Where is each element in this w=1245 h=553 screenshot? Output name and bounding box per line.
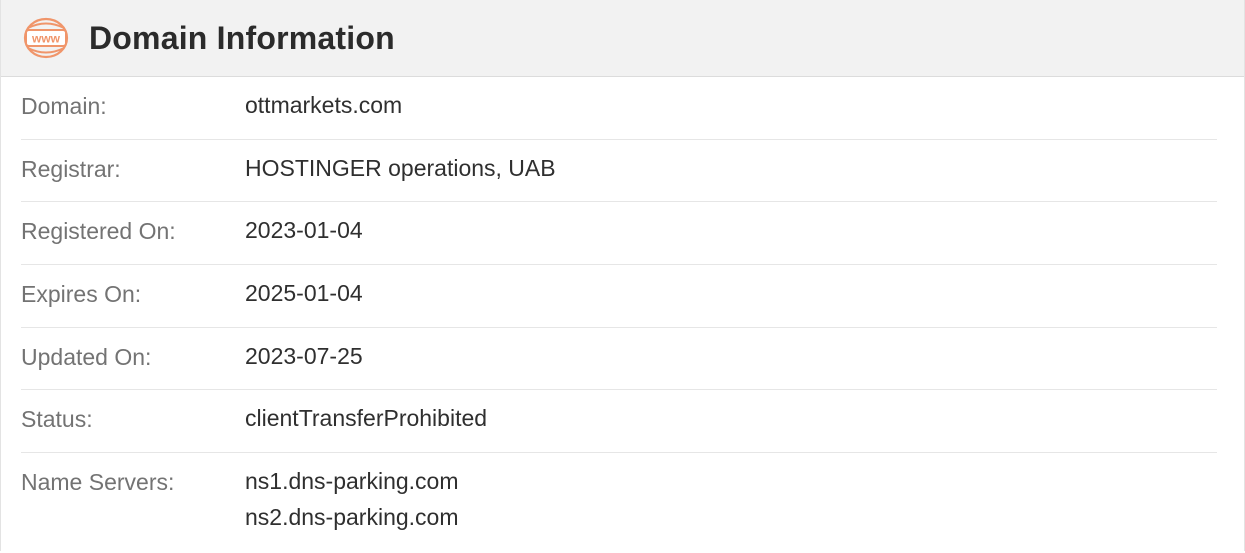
row-label: Domain: [21,93,107,119]
row-registrar: Registrar: HOSTINGER operations, UAB [21,140,1217,203]
row-label: Registered On: [21,218,176,245]
panel-title: Domain Information [89,19,395,56]
row-domain: Domain: ottmarkets.com [21,77,1217,140]
row-expires-on: Expires On: 2025-01-04 [21,265,1217,328]
row-label: Registrar: [21,155,121,182]
row-value: ottmarkets.com [245,92,403,118]
row-value: ns1.dns-parking.com ns2.dns-parking.com [245,463,459,535]
svg-text:www: www [31,32,61,46]
www-icon: www [23,17,69,59]
name-server-2: ns2.dns-parking.com [245,504,459,531]
row-value: 2025-01-04 [245,280,363,307]
row-label: Updated On: [21,343,152,370]
row-label: Status: [21,406,93,433]
row-value: 2023-07-25 [245,342,363,369]
row-value: clientTransferProhibited [245,405,488,432]
domain-information-panel: www Domain Information Domain: ottmarket… [0,0,1245,551]
panel-header: www Domain Information [1,0,1244,77]
name-server-1: ns1.dns-parking.com [245,468,459,495]
row-name-servers: Name Servers: ns1.dns-parking.com ns2.dn… [21,453,1217,553]
row-value: HOSTINGER operations, UAB [245,154,556,181]
row-updated-on: Updated On: 2023-07-25 [21,328,1217,391]
row-registered-on: Registered On: 2023-01-04 [21,202,1217,266]
row-status: Status: clientTransferProhibited [21,390,1217,454]
row-value: 2023-01-04 [245,217,363,244]
row-label: Name Servers: [21,469,175,496]
domain-info-table: Domain: ottmarkets.com Registrar: HOSTIN… [1,77,1244,553]
row-label: Expires On: [21,281,142,308]
